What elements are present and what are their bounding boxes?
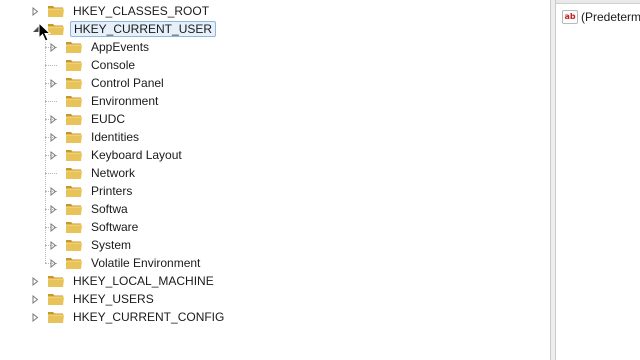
expand-arrow-icon[interactable] [49,240,58,251]
tree-item-label[interactable]: Software [88,219,141,235]
folder-icon [66,222,82,233]
tree-root-hkey-users[interactable]: HKEY_USERS [31,290,157,308]
tree-item-label[interactable]: Printers [88,183,135,199]
folder-icon [66,132,82,143]
tree-item-printers[interactable]: Printers [49,182,135,200]
folder-icon [48,6,64,17]
expand-arrow-icon[interactable] [49,114,58,125]
tree-item-environment[interactable]: Environment [49,92,161,110]
folder-icon [66,114,82,125]
folder-icon [66,60,82,71]
expand-arrow-icon[interactable] [49,222,58,233]
tree-item-label[interactable]: Keyboard Layout [88,147,185,163]
folder-icon [66,42,82,53]
tree-item-eudc[interactable]: EUDC [49,110,128,128]
tree-item-system[interactable]: System [49,236,134,254]
string-value-icon: ab [562,10,578,24]
tree-item-appevents[interactable]: AppEvents [49,38,152,56]
tree-item-label[interactable]: Softwa [88,201,131,217]
tree-item-softwa[interactable]: Softwa [49,200,131,218]
expand-arrow-icon[interactable] [31,6,40,17]
folder-icon [66,168,82,179]
expand-arrow-icon[interactable] [31,312,40,323]
folder-icon [66,240,82,251]
value-name: (Predetermi [581,10,640,24]
tree-item-software[interactable]: Software [49,218,141,236]
tree-item-label[interactable]: AppEvents [88,39,152,55]
tree-root-hkey-current-config[interactable]: HKEY_CURRENT_CONFIG [31,308,227,326]
expand-arrow-icon[interactable] [49,132,58,143]
expand-arrow-icon[interactable] [31,294,40,305]
expand-arrow-icon[interactable] [31,276,40,287]
registry-tree-pane[interactable]: HKEY_CLASSES_ROOT HKEY_CURRENT_USER AppEve… [0,0,550,360]
value-row[interactable]: ab (Predetermi [562,8,640,26]
tree-root-hkey-current-user[interactable]: HKEY_CURRENT_USER [31,20,217,38]
expand-arrow-icon [49,96,58,107]
folder-icon [48,276,64,287]
tree-item-label[interactable]: Identities [88,129,142,145]
folder-icon [48,312,64,323]
folder-icon [66,96,82,107]
expand-arrow-icon[interactable] [49,186,58,197]
folder-icon [66,258,82,269]
tree-item-volatile-environment[interactable]: Volatile Environment [49,254,203,272]
tree-item-control-panel[interactable]: Control Panel [49,74,167,92]
tree-item-console[interactable]: Console [49,56,138,74]
tree-item-label[interactable]: HKEY_LOCAL_MACHINE [70,273,217,289]
folder-icon [48,294,64,305]
tree-connector-line [45,34,46,263]
expand-arrow-icon[interactable] [49,42,58,53]
tree-item-label[interactable]: Network [88,165,138,181]
tree-item-label[interactable]: HKEY_USERS [70,291,157,307]
expand-arrow-icon[interactable] [49,204,58,215]
tree-item-label[interactable]: HKEY_CLASSES_ROOT [70,3,212,19]
tree-item-identities[interactable]: Identities [49,128,142,146]
expand-arrow-icon[interactable] [49,150,58,161]
tree-item-keyboard-layout[interactable]: Keyboard Layout [49,146,185,164]
folder-icon [66,186,82,197]
tree-item-label[interactable]: EUDC [88,111,128,127]
collapse-arrow-icon[interactable] [31,24,40,35]
expand-arrow-icon[interactable] [49,258,58,269]
expand-arrow-icon[interactable] [49,78,58,89]
registry-values-pane[interactable]: ab (Predetermi [556,0,640,360]
tree-item-label[interactable]: Control Panel [88,75,167,91]
tree-item-label[interactable]: HKEY_CURRENT_CONFIG [70,309,227,325]
tree-item-label[interactable]: Console [88,57,138,73]
tree-item-label[interactable]: Volatile Environment [88,255,203,271]
folder-icon [66,78,82,89]
folder-icon [66,150,82,161]
tree-root-hkey-local-machine[interactable]: HKEY_LOCAL_MACHINE [31,272,217,290]
tree-root-hkey-classes-root[interactable]: HKEY_CLASSES_ROOT [31,2,212,20]
tree-item-label[interactable]: System [88,237,134,253]
tree-item-label[interactable]: Environment [88,93,161,109]
expand-arrow-icon [49,168,58,179]
tree-item-network[interactable]: Network [49,164,138,182]
folder-icon [66,204,82,215]
values-column-header[interactable] [556,0,640,4]
tree-item-label[interactable]: HKEY_CURRENT_USER [70,21,217,37]
folder-open-icon [48,24,64,35]
expand-arrow-icon [49,60,58,71]
